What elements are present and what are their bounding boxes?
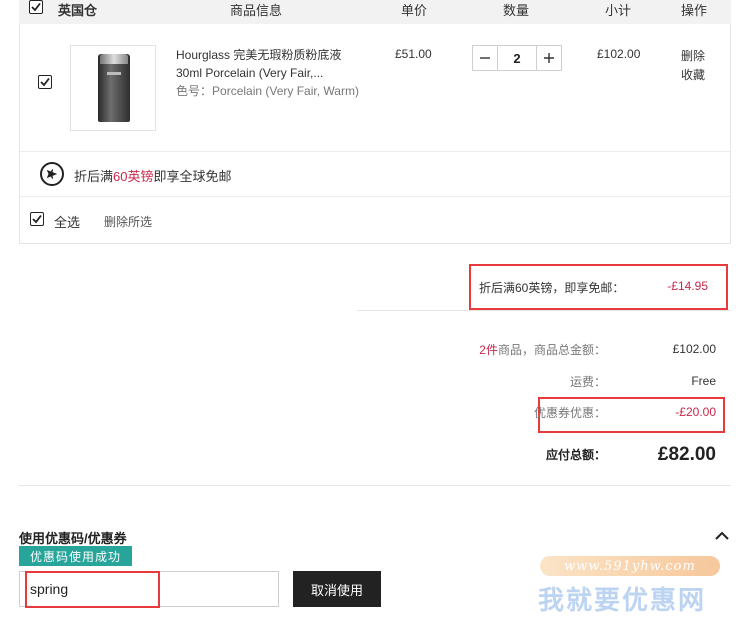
- watermark-logo-text: 我就要优惠网: [538, 585, 707, 615]
- shipping-fee-value: Free: [691, 374, 716, 388]
- select-all-label[interactable]: 全选: [54, 212, 80, 231]
- coupon-collapse-toggle[interactable]: [714, 530, 730, 544]
- coupon-code-highlight: [25, 571, 160, 608]
- checkmark-icon: [31, 2, 41, 12]
- quantity-input[interactable]: 2: [497, 46, 537, 70]
- delete-item-link[interactable]: 删除: [681, 47, 705, 64]
- row-divider: [20, 196, 730, 197]
- payable-total-label: 应付总额：: [545, 448, 606, 462]
- favorite-item-link[interactable]: 收藏: [681, 66, 705, 83]
- item-select-checkbox[interactable]: [38, 75, 52, 89]
- items-total-label: 2件商品，商品总金额：: [420, 341, 606, 358]
- unit-price: £51.00: [395, 47, 432, 61]
- coupon-discount-label: 优惠券优惠：: [533, 406, 606, 420]
- item-count: 2件: [479, 343, 498, 357]
- product-color-label: 色号：: [176, 84, 213, 98]
- item-subtotal: £102.00: [597, 47, 641, 61]
- row-divider: [20, 151, 730, 152]
- coupon-section-title: 使用优惠码/优惠券: [19, 531, 127, 546]
- product-info: Hourglass 完美无瑕粉质粉底液30ml Porcelain (Very …: [176, 46, 361, 100]
- minus-icon: [480, 57, 490, 59]
- free-shipping-notice: 折后满60英镑即享全球免邮: [74, 166, 232, 185]
- coupon-success-badge: 优惠码使用成功: [19, 546, 132, 566]
- select-all-checkbox[interactable]: [30, 212, 44, 226]
- cancel-coupon-button[interactable]: 取消使用: [293, 571, 381, 607]
- airplane-icon: [46, 169, 58, 179]
- chevron-up-icon: [715, 531, 729, 540]
- warehouse-label: 英国仓: [58, 3, 98, 18]
- payable-total-value: £82.00: [657, 444, 716, 465]
- product-name-link[interactable]: Hourglass 完美无瑕粉质粉底液30ml Porcelain (Very …: [176, 48, 341, 80]
- increase-quantity-button[interactable]: [537, 46, 561, 70]
- product-thumbnail[interactable]: [70, 45, 156, 131]
- shipping-threshold: 60英镑: [113, 169, 154, 184]
- summary-divider: [357, 310, 731, 311]
- items-total-text: 商品，商品总金额：: [497, 343, 606, 357]
- checkmark-icon: [40, 77, 50, 87]
- decrease-quantity-button[interactable]: [473, 46, 497, 70]
- free-shipping-discount-label: 折后满60英镑，即享免邮：: [479, 281, 625, 295]
- foundation-tube-image: [98, 54, 130, 122]
- watermark-url: www.591yhw.com: [540, 556, 720, 576]
- col-product-header: 商品信息: [230, 3, 283, 18]
- header-select-checkbox[interactable]: [29, 0, 43, 14]
- product-color-value: Porcelain (Very Fair, Warm): [212, 84, 359, 98]
- delete-selected-link[interactable]: 删除所选: [104, 213, 152, 230]
- section-divider: [19, 485, 731, 486]
- airplane-icon-wrap: [40, 162, 64, 186]
- checkmark-icon: [32, 214, 42, 224]
- shipping-fee-label: 运费：: [569, 375, 606, 389]
- shipping-text-before: 折后满: [74, 169, 114, 184]
- col-quantity-header: 数量: [503, 3, 530, 18]
- items-total-value: £102.00: [672, 342, 716, 356]
- col-actions-header: 操作: [681, 3, 708, 18]
- free-shipping-discount-value: -£14.95: [667, 279, 708, 293]
- col-unit-price-header: 单价: [401, 3, 428, 18]
- coupon-discount-value: -£20.00: [675, 405, 716, 419]
- quantity-stepper: 2: [472, 45, 562, 71]
- col-subtotal-header: 小计: [605, 3, 632, 18]
- plus-icon: [544, 53, 554, 63]
- shipping-text-after: 即享全球免邮: [153, 169, 232, 184]
